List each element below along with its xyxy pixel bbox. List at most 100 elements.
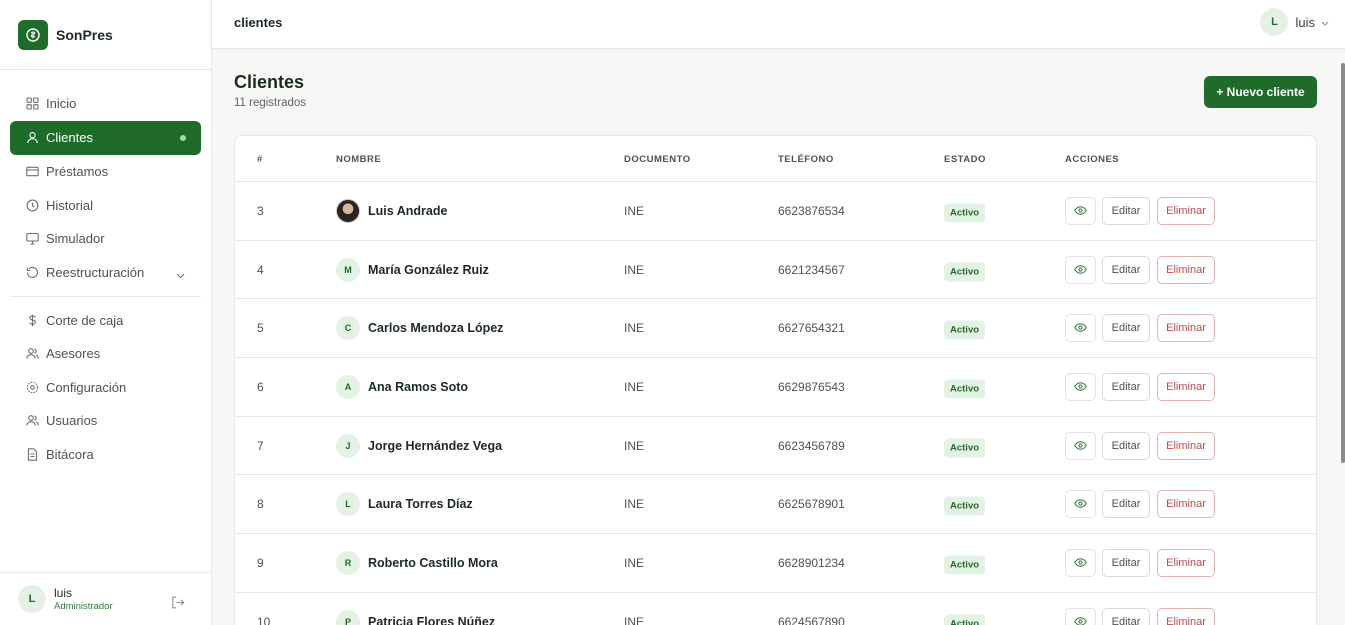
status-badge: Activo (944, 262, 986, 282)
sidebar-item-label: Asesores (46, 346, 101, 361)
delete-button[interactable]: Eliminar (1157, 431, 1215, 460)
cell-id: 4 (257, 262, 264, 277)
cell-document: INE (624, 203, 645, 218)
edit-button[interactable]: Editar (1102, 431, 1150, 460)
table-row: 3 Luis Andrade INE 6623876534 Activo Editar El… (235, 182, 1316, 241)
client-name: Ana Ramos Soto (368, 379, 469, 394)
view-button[interactable] (1065, 314, 1096, 343)
sidebar-item-corte-de-caja[interactable]: Corte de caja (10, 304, 201, 337)
refresh-icon (25, 265, 39, 279)
scrollbar-thumb[interactable] (1341, 63, 1345, 463)
cell-document: INE (624, 614, 645, 625)
view-button[interactable] (1065, 372, 1096, 401)
sidebar-item-configuracion[interactable]: Configuración (10, 371, 201, 404)
avatar: P (336, 609, 360, 625)
avatar: C (336, 316, 360, 341)
page-title: Clientes (234, 72, 305, 92)
logout-icon[interactable] (171, 596, 185, 614)
sidebar-item-asesores[interactable]: Asesores (10, 337, 201, 370)
brand[interactable]: SonPres (0, 0, 211, 70)
cell-id: 10 (257, 614, 271, 625)
eye-icon (1074, 204, 1087, 218)
status-badge: Activo (944, 496, 986, 516)
edit-button[interactable]: Editar (1102, 255, 1150, 284)
edit-button[interactable]: Editar (1102, 314, 1150, 343)
sidebar-item-label: Corte de caja (46, 312, 124, 328)
cell-id: 8 (257, 497, 264, 512)
cell-id: 7 (257, 438, 264, 453)
edit-button[interactable]: Editar (1102, 607, 1150, 625)
cell-id: 5 (257, 321, 264, 336)
cell-phone: 6621234567 (778, 262, 845, 277)
delete-button[interactable]: Eliminar (1157, 548, 1215, 577)
avatar: A (336, 374, 360, 399)
view-button[interactable] (1065, 255, 1096, 284)
sidebar-item-clientes[interactable]: Clientes (10, 120, 201, 155)
edit-button[interactable]: Editar (1102, 548, 1150, 577)
edit-button[interactable]: Editar (1102, 372, 1150, 401)
delete-button[interactable]: Eliminar (1157, 490, 1215, 519)
document-icon (25, 447, 39, 461)
user-icon (25, 131, 39, 145)
eye-icon (1074, 556, 1087, 570)
delete-button[interactable]: Eliminar (1157, 196, 1215, 225)
scrollbar[interactable] (1340, 49, 1345, 625)
cell-phone: 6623456789 (778, 438, 845, 453)
edit-button[interactable]: Editar (1102, 196, 1150, 225)
column-header-id: # (257, 154, 263, 165)
cell-document: INE (624, 497, 645, 512)
cell-phone: 6627654321 (778, 321, 845, 336)
cell-phone: 6623876534 (778, 203, 845, 218)
edit-button[interactable]: Editar (1102, 490, 1150, 519)
sidebar-item-usuarios[interactable]: Usuarios (10, 404, 201, 437)
sidebar-item-simulador[interactable]: Simulador (10, 222, 201, 255)
view-button[interactable] (1065, 490, 1096, 519)
sidebar: SonPres Inicio Clientes Préstamos Histor… (0, 0, 212, 625)
avatar[interactable]: L (18, 585, 46, 613)
delete-button[interactable]: Eliminar (1157, 607, 1215, 625)
client-name: Luis Andrade (368, 203, 448, 218)
avatar: J (336, 433, 360, 458)
delete-button[interactable]: Eliminar (1157, 372, 1215, 401)
view-button[interactable] (1065, 607, 1096, 625)
status-badge: Activo (944, 379, 986, 399)
users-icon (25, 414, 39, 428)
avatar: R (336, 550, 360, 575)
sidebar-item-bitacora[interactable]: Bitácora (10, 438, 201, 471)
view-button[interactable] (1065, 431, 1096, 460)
clients-table: # NOMBRE DOCUMENTO TELÉFONO ESTADO ACCIO… (234, 135, 1317, 625)
row-actions: Editar Eliminar (1065, 431, 1215, 460)
new-client-button[interactable]: + Nuevo cliente (1204, 76, 1317, 108)
eye-icon (1074, 380, 1087, 394)
view-button[interactable] (1065, 196, 1096, 225)
view-button[interactable] (1065, 548, 1096, 577)
eye-icon (1074, 439, 1087, 453)
cell-name: L Laura Torres Díaz (336, 492, 473, 517)
row-actions: Editar Eliminar (1065, 196, 1215, 225)
breadcrumb: clientes (234, 15, 283, 30)
row-actions: Editar Eliminar (1065, 490, 1215, 519)
clock-icon (25, 198, 39, 212)
table-row: 9 R Roberto Castillo Mora INE 6628901234 Acti… (235, 534, 1316, 593)
delete-button[interactable]: Eliminar (1157, 314, 1215, 343)
sidebar-item-historial[interactable]: Historial (10, 189, 201, 222)
coin-logo-icon (18, 19, 48, 50)
table-row: 10 P Patricia Flores Núñez INE 6624567890 Act… (235, 593, 1316, 625)
delete-button[interactable]: Eliminar (1157, 255, 1215, 284)
client-name: Carlos Mendoza López (368, 321, 504, 336)
client-name: Patricia Flores Núñez (368, 614, 496, 625)
table-row: 5 C Carlos Mendoza López INE 6627654321 Activ… (235, 299, 1316, 359)
sidebar-nav: Inicio Clientes Préstamos Historial Simu… (0, 70, 211, 471)
cell-document: INE (624, 555, 645, 570)
table-row: 8 L Laura Torres Díaz INE 6625678901 Activo Ed… (235, 475, 1316, 535)
sidebar-item-inicio[interactable]: Inicio (10, 87, 201, 120)
chevron-down-icon (1321, 13, 1329, 31)
chevron-down-icon (176, 267, 185, 282)
user-menu[interactable]: L luis (1260, 8, 1329, 36)
sidebar-item-prestamos[interactable]: Préstamos (10, 155, 201, 188)
table-body: 3 Luis Andrade INE 6623876534 Activo Editar El… (235, 182, 1316, 625)
cell-phone: 6629876543 (778, 379, 845, 394)
cell-phone: 6628901234 (778, 555, 845, 570)
sidebar-item-reestructuracion[interactable]: Reestructuración (10, 256, 201, 289)
user-info: luis Administrador (54, 586, 113, 612)
